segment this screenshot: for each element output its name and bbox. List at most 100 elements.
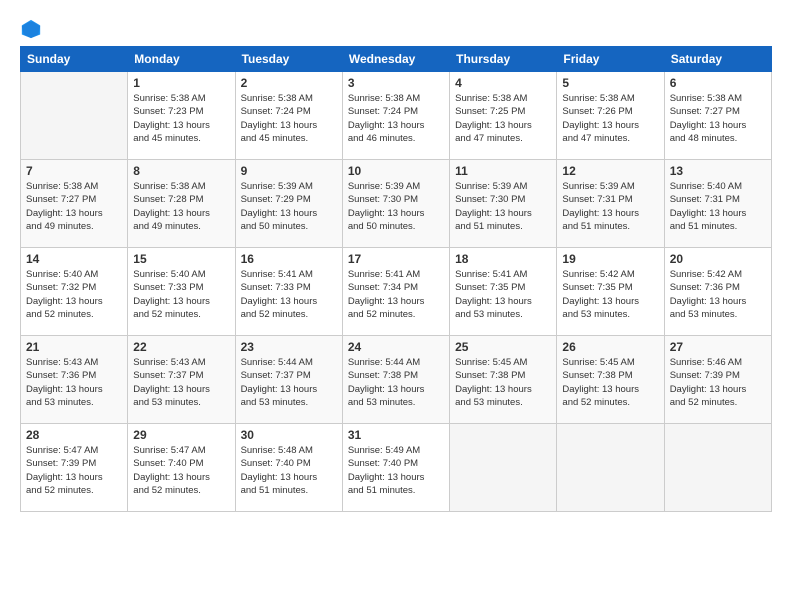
weekday-saturday: Saturday bbox=[664, 47, 771, 72]
day-number: 20 bbox=[670, 252, 766, 266]
calendar-cell: 25Sunrise: 5:45 AM Sunset: 7:38 PM Dayli… bbox=[450, 336, 557, 424]
calendar-cell: 22 Sunrise: 5:43 AM Sunset: 7:37 PM Dayli… bbox=[128, 336, 235, 424]
calendar-cell: 12Sunrise: 5:39 AM Sunset: 7:31 PM Dayli… bbox=[557, 160, 664, 248]
day-info: Sunrise: 5:43 AM Sunset: 7:36 PM Dayligh… bbox=[26, 356, 122, 409]
week-row-2: 7 Sunrise: 5:38 AM Sunset: 7:27 PM Daylig… bbox=[21, 160, 772, 248]
day-info: Sunrise: 5:41 AM Sunset: 7:35 PM Dayligh… bbox=[455, 268, 551, 321]
day-info: Sunrise: 5:40 AM Sunset: 7:31 PM Dayligh… bbox=[670, 180, 766, 233]
day-info: Sunrise: 5:38 AM Sunset: 7:28 PM Dayligh… bbox=[133, 180, 229, 233]
calendar-cell bbox=[664, 424, 771, 512]
day-number: 7 bbox=[26, 164, 122, 178]
day-number: 26 bbox=[562, 340, 658, 354]
day-number: 15 bbox=[133, 252, 229, 266]
weekday-header-row: SundayMondayTuesdayWednesdayThursdayFrid… bbox=[21, 47, 772, 72]
day-number: 29 bbox=[133, 428, 229, 442]
calendar-cell bbox=[557, 424, 664, 512]
day-number: 16 bbox=[241, 252, 337, 266]
day-number: 22 bbox=[133, 340, 229, 354]
weekday-monday: Monday bbox=[128, 47, 235, 72]
day-number: 21 bbox=[26, 340, 122, 354]
day-number: 13 bbox=[670, 164, 766, 178]
calendar-cell bbox=[450, 424, 557, 512]
day-number: 3 bbox=[348, 76, 444, 90]
day-number: 19 bbox=[562, 252, 658, 266]
calendar-cell: 3 Sunrise: 5:38 AM Sunset: 7:24 PM Daylig… bbox=[342, 72, 449, 160]
calendar-cell: 18 Sunrise: 5:41 AM Sunset: 7:35 PM Dayli… bbox=[450, 248, 557, 336]
day-number: 28 bbox=[26, 428, 122, 442]
day-number: 17 bbox=[348, 252, 444, 266]
day-number: 18 bbox=[455, 252, 551, 266]
calendar-cell bbox=[21, 72, 128, 160]
calendar-cell: 28 Sunrise: 5:47 AM Sunset: 7:39 PM Dayli… bbox=[21, 424, 128, 512]
day-number: 27 bbox=[670, 340, 766, 354]
day-info: Sunrise: 5:40 AM Sunset: 7:33 PM Dayligh… bbox=[133, 268, 229, 321]
day-info: Sunrise: 5:47 AM Sunset: 7:40 PM Dayligh… bbox=[133, 444, 229, 497]
day-info: Sunrise: 5:38 AM Sunset: 7:26 PM Dayligh… bbox=[562, 92, 658, 145]
day-info: Sunrise: 5:38 AM Sunset: 7:27 PM Dayligh… bbox=[26, 180, 122, 233]
day-info: Sunrise: 5:40 AM Sunset: 7:32 PM Dayligh… bbox=[26, 268, 122, 321]
day-number: 10 bbox=[348, 164, 444, 178]
day-info: Sunrise: 5:44 AM Sunset: 7:38 PM Dayligh… bbox=[348, 356, 444, 409]
day-number: 5 bbox=[562, 76, 658, 90]
calendar-cell: 8 Sunrise: 5:38 AM Sunset: 7:28 PM Daylig… bbox=[128, 160, 235, 248]
weekday-sunday: Sunday bbox=[21, 47, 128, 72]
calendar-cell: 24 Sunrise: 5:44 AM Sunset: 7:38 PM Dayli… bbox=[342, 336, 449, 424]
calendar-cell: 17 Sunrise: 5:41 AM Sunset: 7:34 PM Dayli… bbox=[342, 248, 449, 336]
calendar-cell: 31 Sunrise: 5:49 AM Sunset: 7:40 PM Dayli… bbox=[342, 424, 449, 512]
day-number: 31 bbox=[348, 428, 444, 442]
calendar-cell: 23 Sunrise: 5:44 AM Sunset: 7:37 PM Dayli… bbox=[235, 336, 342, 424]
calendar-cell: 4 Sunrise: 5:38 AM Sunset: 7:25 PM Daylig… bbox=[450, 72, 557, 160]
day-info: Sunrise: 5:39 AM Sunset: 7:30 PM Dayligh… bbox=[348, 180, 444, 233]
header bbox=[20, 18, 772, 40]
calendar-cell: 30 Sunrise: 5:48 AM Sunset: 7:40 PM Dayli… bbox=[235, 424, 342, 512]
day-info: Sunrise: 5:45 AM Sunset: 7:38 PM Dayligh… bbox=[562, 356, 658, 409]
calendar-cell: 6Sunrise: 5:38 AM Sunset: 7:27 PM Daylig… bbox=[664, 72, 771, 160]
day-info: Sunrise: 5:41 AM Sunset: 7:34 PM Dayligh… bbox=[348, 268, 444, 321]
logo bbox=[20, 18, 44, 40]
calendar-cell: 5 Sunrise: 5:38 AM Sunset: 7:26 PM Daylig… bbox=[557, 72, 664, 160]
day-info: Sunrise: 5:45 AM Sunset: 7:38 PM Dayligh… bbox=[455, 356, 551, 409]
logo-icon bbox=[20, 18, 42, 40]
day-number: 30 bbox=[241, 428, 337, 442]
day-number: 1 bbox=[133, 76, 229, 90]
day-number: 8 bbox=[133, 164, 229, 178]
day-info: Sunrise: 5:47 AM Sunset: 7:39 PM Dayligh… bbox=[26, 444, 122, 497]
week-row-5: 28 Sunrise: 5:47 AM Sunset: 7:39 PM Dayli… bbox=[21, 424, 772, 512]
calendar-cell: 19 Sunrise: 5:42 AM Sunset: 7:35 PM Dayli… bbox=[557, 248, 664, 336]
calendar-cell: 2 Sunrise: 5:38 AM Sunset: 7:24 PM Daylig… bbox=[235, 72, 342, 160]
calendar-cell: 20 Sunrise: 5:42 AM Sunset: 7:36 PM Dayli… bbox=[664, 248, 771, 336]
day-info: Sunrise: 5:49 AM Sunset: 7:40 PM Dayligh… bbox=[348, 444, 444, 497]
calendar-cell: 14 Sunrise: 5:40 AM Sunset: 7:32 PM Dayli… bbox=[21, 248, 128, 336]
calendar-cell: 15 Sunrise: 5:40 AM Sunset: 7:33 PM Dayli… bbox=[128, 248, 235, 336]
weekday-thursday: Thursday bbox=[450, 47, 557, 72]
day-info: Sunrise: 5:39 AM Sunset: 7:31 PM Dayligh… bbox=[562, 180, 658, 233]
day-info: Sunrise: 5:38 AM Sunset: 7:27 PM Dayligh… bbox=[670, 92, 766, 145]
calendar-cell: 26 Sunrise: 5:45 AM Sunset: 7:38 PM Dayli… bbox=[557, 336, 664, 424]
day-info: Sunrise: 5:44 AM Sunset: 7:37 PM Dayligh… bbox=[241, 356, 337, 409]
day-info: Sunrise: 5:42 AM Sunset: 7:35 PM Dayligh… bbox=[562, 268, 658, 321]
day-number: 2 bbox=[241, 76, 337, 90]
weekday-tuesday: Tuesday bbox=[235, 47, 342, 72]
day-info: Sunrise: 5:38 AM Sunset: 7:23 PM Dayligh… bbox=[133, 92, 229, 145]
calendar-cell: 16Sunrise: 5:41 AM Sunset: 7:33 PM Dayli… bbox=[235, 248, 342, 336]
day-number: 4 bbox=[455, 76, 551, 90]
calendar-cell: 9Sunrise: 5:39 AM Sunset: 7:29 PM Daylig… bbox=[235, 160, 342, 248]
day-number: 24 bbox=[348, 340, 444, 354]
day-info: Sunrise: 5:39 AM Sunset: 7:30 PM Dayligh… bbox=[455, 180, 551, 233]
day-info: Sunrise: 5:38 AM Sunset: 7:24 PM Dayligh… bbox=[241, 92, 337, 145]
day-info: Sunrise: 5:38 AM Sunset: 7:25 PM Dayligh… bbox=[455, 92, 551, 145]
calendar-cell: 21 Sunrise: 5:43 AM Sunset: 7:36 PM Dayli… bbox=[21, 336, 128, 424]
day-info: Sunrise: 5:46 AM Sunset: 7:39 PM Dayligh… bbox=[670, 356, 766, 409]
day-info: Sunrise: 5:42 AM Sunset: 7:36 PM Dayligh… bbox=[670, 268, 766, 321]
day-info: Sunrise: 5:48 AM Sunset: 7:40 PM Dayligh… bbox=[241, 444, 337, 497]
week-row-3: 14 Sunrise: 5:40 AM Sunset: 7:32 PM Dayli… bbox=[21, 248, 772, 336]
day-info: Sunrise: 5:43 AM Sunset: 7:37 PM Dayligh… bbox=[133, 356, 229, 409]
day-number: 11 bbox=[455, 164, 551, 178]
week-row-1: 1 Sunrise: 5:38 AM Sunset: 7:23 PM Daylig… bbox=[21, 72, 772, 160]
day-number: 23 bbox=[241, 340, 337, 354]
calendar-cell: 13 Sunrise: 5:40 AM Sunset: 7:31 PM Dayli… bbox=[664, 160, 771, 248]
day-number: 14 bbox=[26, 252, 122, 266]
calendar-cell: 27 Sunrise: 5:46 AM Sunset: 7:39 PM Dayli… bbox=[664, 336, 771, 424]
day-info: Sunrise: 5:38 AM Sunset: 7:24 PM Dayligh… bbox=[348, 92, 444, 145]
calendar-cell: 10 Sunrise: 5:39 AM Sunset: 7:30 PM Dayli… bbox=[342, 160, 449, 248]
